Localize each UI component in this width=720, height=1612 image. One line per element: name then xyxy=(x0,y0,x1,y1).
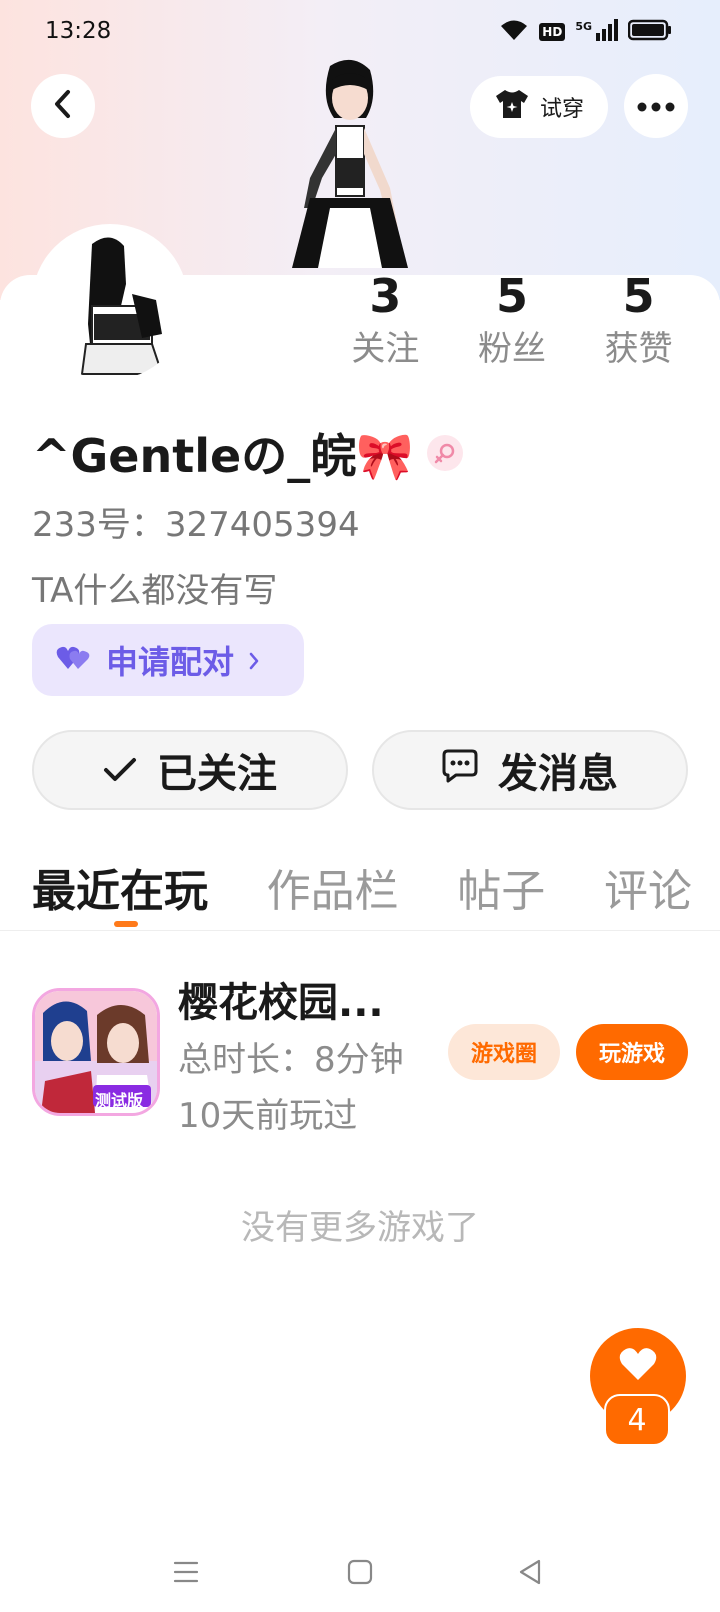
apply-pair-button[interactable]: 申请配对 xyxy=(32,624,304,696)
triangle-back-icon xyxy=(517,1558,543,1590)
female-gender-icon xyxy=(427,435,464,471)
hd-badge: HD xyxy=(539,23,566,41)
stat-label: 关注 xyxy=(351,329,420,369)
active-tab-indicator xyxy=(114,921,138,927)
hamburger-icon xyxy=(172,1560,200,1588)
stat-label: 粉丝 xyxy=(478,329,546,369)
list-item[interactable]: 测试版 樱花校园... 总时长：8分钟 10天前玩过 游戏圈 玩游戏 xyxy=(32,970,692,1136)
heart-icon xyxy=(618,1346,658,1386)
tab-works[interactable]: 作品栏 xyxy=(267,855,399,925)
back-button[interactable] xyxy=(31,74,95,138)
check-icon xyxy=(103,747,137,793)
user-id: 233号：327405394 xyxy=(32,505,360,545)
stat-followers[interactable]: 5 粉丝 xyxy=(449,268,576,374)
back-nav-button[interactable] xyxy=(506,1550,554,1598)
tab-comments[interactable]: 评论 xyxy=(604,855,692,925)
last-played: 10天前玩过 xyxy=(178,1096,358,1136)
like-count-badge: 4 xyxy=(604,1394,670,1446)
apply-pair-label: 申请配对 xyxy=(106,643,235,681)
bio: TA什么都没有写 xyxy=(32,571,278,611)
status-icons: HD 5G xyxy=(499,18,672,46)
profile-tabs: 最近在玩 作品栏 帖子 评论 xyxy=(32,855,692,927)
try-on-button[interactable]: 试穿 xyxy=(470,76,608,138)
avatar-3d-figure[interactable] xyxy=(270,58,430,278)
tab-label: 评论 xyxy=(603,866,692,917)
menu-nav-button[interactable] xyxy=(162,1550,210,1598)
home-nav-button[interactable] xyxy=(336,1550,384,1598)
game-title: 樱花校园... xyxy=(178,980,384,1026)
game-duration: 总时长：8分钟 xyxy=(178,1040,404,1080)
stat-value: 5 xyxy=(622,269,655,323)
tab-label: 帖子 xyxy=(457,866,546,917)
no-more-games-text: 没有更多游戏了 xyxy=(241,1208,479,1248)
nickname-row: ^Gentleの_皖🎀 xyxy=(32,420,464,486)
stat-likes[interactable]: 5 获赞 xyxy=(575,268,702,374)
tab-recently-played[interactable]: 最近在玩 xyxy=(32,855,208,927)
chat-bubble-icon xyxy=(442,747,478,793)
status-bar: 13:28 HD 5G xyxy=(0,0,720,64)
double-heart-icon xyxy=(56,641,92,679)
network-type: 5G xyxy=(575,19,592,33)
try-on-label: 试穿 xyxy=(539,97,584,122)
game-circle-button[interactable]: 游戏圈 xyxy=(448,1024,560,1080)
avatar[interactable] xyxy=(32,224,188,380)
square-icon xyxy=(347,1559,373,1589)
nickname: ^Gentleの_皖🎀 xyxy=(32,429,414,483)
tshirt-icon xyxy=(494,88,530,126)
divider xyxy=(0,930,720,931)
send-message-label: 发消息 xyxy=(498,751,618,797)
chevron-right-icon xyxy=(248,641,260,679)
tab-label: 作品栏 xyxy=(266,866,399,917)
more-button[interactable] xyxy=(624,74,688,138)
test-version-badge: 测试版 xyxy=(95,1091,144,1110)
signal-icon xyxy=(596,19,618,45)
stat-following[interactable]: 3 关注 xyxy=(322,268,449,374)
chevron-left-icon xyxy=(52,89,74,123)
stat-value: 3 xyxy=(369,269,402,323)
game-icon[interactable]: 测试版 xyxy=(32,988,160,1116)
tab-posts[interactable]: 帖子 xyxy=(457,855,545,925)
wifi-icon xyxy=(499,18,529,46)
stat-label: 获赞 xyxy=(604,329,673,369)
following-button[interactable]: 已关注 xyxy=(32,730,348,810)
following-label: 已关注 xyxy=(157,751,277,797)
send-message-button[interactable]: 发消息 xyxy=(372,730,688,810)
stat-value: 5 xyxy=(496,269,529,323)
battery-icon xyxy=(627,19,672,45)
profile-stats: 3 关注 5 粉丝 5 获赞 xyxy=(322,268,702,374)
system-nav-bar xyxy=(0,1540,720,1612)
tab-label: 最近在玩 xyxy=(32,866,208,917)
more-dots-icon xyxy=(637,97,675,116)
play-game-button[interactable]: 玩游戏 xyxy=(576,1024,688,1080)
status-time: 13:28 xyxy=(45,18,112,44)
